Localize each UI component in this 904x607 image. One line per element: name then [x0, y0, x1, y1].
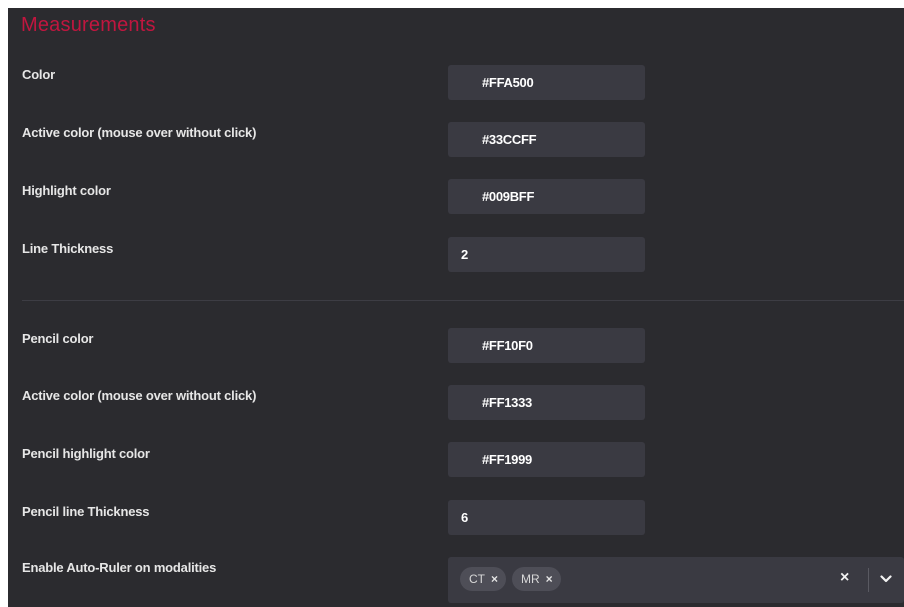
- line-thickness-label: Line Thickness: [22, 241, 114, 256]
- pencil-highlight-color-field[interactable]: #FF1999: [448, 442, 645, 477]
- modality-chip-mr: MR ×: [512, 567, 561, 591]
- clear-icon[interactable]: ×: [840, 569, 849, 587]
- color-label: Color: [22, 67, 55, 82]
- modality-chip-ct: CT ×: [460, 567, 507, 591]
- chip-label: MR: [521, 572, 540, 586]
- highlight-color-value: #009BFF: [482, 189, 535, 204]
- section-divider: [22, 300, 904, 301]
- highlight-color-label: Highlight color: [22, 183, 111, 198]
- pencil-highlight-color-label: Pencil highlight color: [22, 446, 150, 461]
- color-value: #FFA500: [482, 75, 534, 90]
- color-field[interactable]: #FFA500: [448, 65, 645, 100]
- chip-label: CT: [469, 572, 485, 586]
- dropdown-separator: [868, 568, 869, 592]
- active-color-field[interactable]: #33CCFF: [448, 122, 645, 157]
- pencil-highlight-color-value: #FF1999: [482, 452, 532, 467]
- highlight-color-field[interactable]: #009BFF: [448, 179, 645, 214]
- active-color-label: Active color (mouse over without click): [22, 125, 257, 140]
- close-icon[interactable]: ×: [546, 572, 553, 586]
- settings-panel: Measurements Color #FFA500 Active color …: [8, 8, 904, 607]
- pencil-color-label: Pencil color: [22, 331, 94, 346]
- pencil-active-color-label: Active color (mouse over without click): [22, 388, 257, 403]
- auto-ruler-multiselect[interactable]: CT × MR × ×: [448, 557, 904, 603]
- line-thickness-input[interactable]: 2: [448, 237, 645, 272]
- pencil-color-field[interactable]: #FF10F0: [448, 328, 645, 363]
- line-thickness-value: 2: [461, 247, 468, 262]
- pencil-active-color-field[interactable]: #FF1333: [448, 385, 645, 420]
- auto-ruler-label: Enable Auto-Ruler on modalities: [22, 560, 217, 575]
- pencil-active-color-value: #FF1333: [482, 395, 532, 410]
- section-title: Measurements: [21, 14, 156, 36]
- pencil-line-thickness-label: Pencil line Thickness: [22, 504, 150, 519]
- active-color-value: #33CCFF: [482, 132, 537, 147]
- close-icon[interactable]: ×: [491, 572, 498, 586]
- pencil-color-value: #FF10F0: [482, 338, 533, 353]
- pencil-line-thickness-input[interactable]: 6: [448, 500, 645, 535]
- chevron-down-icon[interactable]: [880, 574, 892, 584]
- pencil-line-thickness-value: 6: [461, 510, 468, 525]
